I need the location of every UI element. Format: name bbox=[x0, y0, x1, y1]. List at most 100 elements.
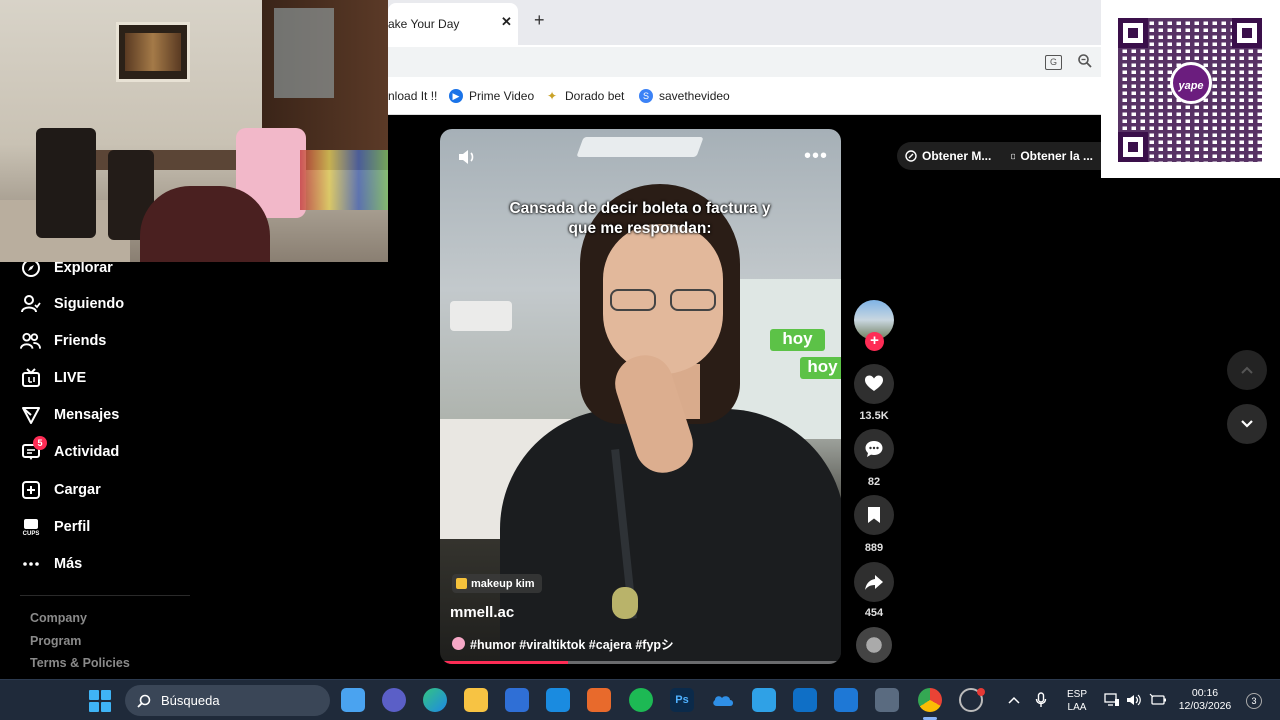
bookmark-savethevideo[interactable]: S savethevideo bbox=[639, 89, 730, 103]
new-tab-button[interactable]: + bbox=[534, 10, 545, 31]
search-icon bbox=[137, 694, 151, 708]
language-indicator[interactable]: ESP LAA bbox=[1061, 688, 1093, 714]
more-dots-icon bbox=[20, 554, 41, 575]
media-player-icon[interactable] bbox=[587, 688, 611, 712]
browser-tab-bar: ake Your Day ✕ + bbox=[388, 0, 1102, 45]
taskbar-search[interactable]: Búsqueda bbox=[125, 685, 330, 716]
previous-video-button[interactable] bbox=[1227, 350, 1267, 390]
onedrive-icon[interactable] bbox=[711, 688, 735, 712]
bookmark-button[interactable] bbox=[854, 495, 894, 535]
network-icon[interactable] bbox=[1104, 693, 1120, 707]
like-count: 13.5K bbox=[859, 410, 889, 422]
address-bar: G bbox=[388, 45, 1102, 79]
windows-start-icon[interactable] bbox=[89, 690, 111, 712]
tab-title: ake Your Day bbox=[388, 17, 460, 31]
author-name[interactable]: mmell.ac bbox=[450, 604, 514, 621]
task-view-icon[interactable] bbox=[341, 688, 365, 712]
notepad-icon[interactable] bbox=[752, 688, 776, 712]
sound-chip[interactable]: makeup kim bbox=[452, 574, 542, 593]
sidebar-item-label: Siguiendo bbox=[54, 296, 125, 312]
microphone-icon[interactable] bbox=[1035, 692, 1047, 708]
chevron-up-icon[interactable] bbox=[1008, 695, 1020, 705]
sidebar-item-perfil[interactable]: CUPS Perfil bbox=[20, 515, 90, 539]
zoom-icon[interactable] bbox=[1077, 53, 1093, 69]
get-app-label: Obtener M... bbox=[922, 149, 992, 163]
footer-link-terms[interactable]: Terms & Policies bbox=[30, 656, 130, 670]
qr-finder bbox=[1232, 18, 1262, 48]
following-icon bbox=[20, 294, 41, 315]
url-field[interactable]: G bbox=[388, 47, 1102, 77]
sidebar-item-label: Más bbox=[54, 556, 83, 572]
teams-icon[interactable] bbox=[382, 688, 406, 712]
share-count: 454 bbox=[864, 607, 884, 619]
video-progress-fill bbox=[440, 661, 569, 664]
notification-count[interactable]: 3 bbox=[1246, 693, 1262, 709]
footer-link-company[interactable]: Company bbox=[30, 611, 87, 625]
save-count: 889 bbox=[864, 542, 884, 554]
caption-line: Cansada de decir boleta o factura y bbox=[509, 200, 771, 217]
sidebar-item-label: Friends bbox=[54, 333, 107, 349]
browser-tab-active[interactable]: ake Your Day ✕ bbox=[388, 3, 518, 45]
battery-icon[interactable] bbox=[1149, 693, 1167, 707]
video-player[interactable]: hoy hoy ••• Cansada de decir boleta o fa… bbox=[440, 129, 841, 664]
sidebar-item-mensajes[interactable]: Mensajes bbox=[20, 403, 119, 427]
get-app-button[interactable]: Obtener M... bbox=[897, 142, 1005, 170]
clock[interactable]: 00:16 12/03/2026 bbox=[1172, 687, 1238, 713]
clock-time: 00:16 bbox=[1191, 687, 1219, 699]
get-app-label: Obtener la ... bbox=[1020, 149, 1093, 163]
sidebar-item-actividad[interactable]: 5 Actividad bbox=[20, 435, 119, 464]
more-options-icon[interactable]: ••• bbox=[804, 145, 828, 168]
outlook-icon[interactable] bbox=[793, 688, 817, 712]
sidebar-item-live[interactable]: LIVE bbox=[20, 366, 86, 390]
mail-icon[interactable] bbox=[546, 688, 570, 712]
video-progress-bar[interactable] bbox=[440, 661, 841, 664]
bookmark-prime-video[interactable]: ▶ Prime Video bbox=[449, 89, 534, 103]
get-desktop-app-button[interactable]: Obtener la ... bbox=[1003, 142, 1101, 170]
store-icon[interactable] bbox=[505, 688, 529, 712]
sidebar-item-label: LIVE bbox=[54, 370, 87, 386]
hashtags-text[interactable]: #humor #viraltiktok #cajera #fypシ bbox=[470, 634, 674, 653]
close-tab-icon[interactable]: ✕ bbox=[501, 14, 512, 30]
sidebar-item-label: Perfil bbox=[54, 519, 91, 535]
scene-glasses bbox=[610, 289, 718, 311]
sidebar-item-siguiendo[interactable]: Siguiendo bbox=[20, 292, 124, 316]
sidebar-item-cargar[interactable]: Cargar bbox=[20, 478, 101, 502]
bookmarks-bar: nload It !! ▶ Prime Video ✦ Dorado bet S… bbox=[388, 79, 1102, 115]
link-icon bbox=[905, 150, 917, 162]
volume-icon[interactable] bbox=[456, 147, 476, 167]
volume-icon[interactable] bbox=[1126, 693, 1142, 707]
bookmark-dorado-bet[interactable]: ✦ Dorado bet bbox=[545, 89, 624, 103]
music-disc[interactable] bbox=[856, 627, 892, 663]
footer-link-program[interactable]: Program bbox=[30, 634, 81, 648]
sidebar-item-mas[interactable]: Más bbox=[20, 552, 82, 576]
photoshop-icon[interactable]: Ps bbox=[670, 688, 694, 712]
comment-button[interactable] bbox=[854, 429, 894, 469]
chrome-icon[interactable] bbox=[918, 688, 942, 712]
star-icon: ✦ bbox=[546, 89, 558, 103]
next-video-button[interactable] bbox=[1227, 404, 1267, 444]
windows-taskbar: Búsqueda Ps ESP LAA 00:16 12/03/2026 3 bbox=[0, 679, 1280, 720]
armchair bbox=[140, 186, 270, 262]
notification-badge: 5 bbox=[33, 435, 47, 450]
follow-button[interactable]: + bbox=[865, 332, 884, 351]
bookmark-item[interactable]: nload It !! bbox=[388, 89, 437, 103]
sidebar-divider bbox=[20, 595, 190, 596]
edge-icon[interactable] bbox=[423, 688, 447, 712]
lang-top: ESP bbox=[1066, 689, 1087, 700]
upload-plus-icon bbox=[20, 480, 41, 501]
video-description: #humor #viraltiktok #cajera #fypシ bbox=[452, 634, 674, 653]
spotify-icon[interactable] bbox=[629, 688, 653, 712]
sidebar-item-friends[interactable]: Friends bbox=[20, 329, 106, 353]
caption-line: que me respondan: bbox=[568, 220, 712, 237]
calendar-icon[interactable] bbox=[834, 688, 858, 712]
like-button[interactable] bbox=[854, 364, 894, 404]
share-button[interactable] bbox=[854, 562, 894, 602]
chevron-up-icon bbox=[1241, 366, 1253, 374]
comment-icon bbox=[865, 441, 883, 457]
yape-logo: yape bbox=[1170, 62, 1212, 104]
calculator-icon[interactable] bbox=[875, 688, 899, 712]
translate-icon[interactable]: G bbox=[1045, 55, 1062, 70]
lang-bottom: LAA bbox=[1067, 702, 1087, 713]
file-explorer-icon[interactable] bbox=[464, 688, 488, 712]
table-clutter bbox=[300, 150, 388, 210]
